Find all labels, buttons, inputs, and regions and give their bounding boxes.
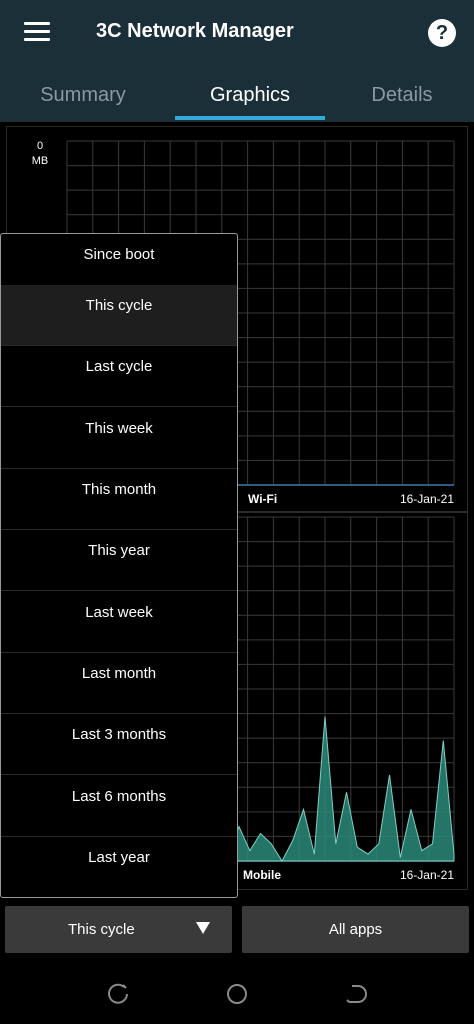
tab-graphics[interactable]: Graphics [175,84,325,107]
menu-item-this-week[interactable]: This week [1,408,237,469]
menu-item-last-week[interactable]: Last week [1,592,237,653]
wifi-y-tick: 0 [37,140,43,152]
help-icon[interactable]: ? [428,19,456,47]
mobile-chart-date: 16-Jan-21 [400,868,454,882]
wifi-y-unit: MB [32,155,49,167]
app-bar: 3C Network Manager ? [0,0,474,70]
hamburger-icon[interactable] [24,22,50,42]
dropdown-triangle-icon [196,922,210,934]
menu-item-last-year[interactable]: Last year [1,837,237,897]
menu-item-last-month[interactable]: Last month [1,653,237,714]
back-icon[interactable] [343,982,367,1006]
all-apps-label: All apps [328,921,383,938]
home-icon[interactable] [225,982,249,1006]
system-nav-bar [0,960,474,1024]
period-selector-label: This cycle [68,921,135,938]
period-menu: Since boot This cycle Last cycle This we… [0,233,238,898]
recent-apps-icon[interactable] [107,982,131,1006]
app-title: 3C Network Manager [96,20,294,42]
period-selector-button[interactable]: This cycle [5,906,232,953]
menu-item-this-month[interactable]: This month [1,469,237,530]
menu-item-last-3-months[interactable]: Last 3 months [1,714,237,775]
tab-indicator [175,116,325,120]
menu-item-last-6-months[interactable]: Last 6 months [1,776,237,837]
mobile-chart-label: Mobile [243,868,281,882]
menu-item-this-cycle[interactable]: This cycle [1,285,237,346]
menu-item-last-cycle[interactable]: Last cycle [1,346,237,407]
menu-item-this-year[interactable]: This year [1,530,237,591]
all-apps-button[interactable]: All apps [242,906,469,953]
tab-details[interactable]: Details [327,84,474,107]
tab-bar: Summary Graphics Details [0,70,474,122]
wifi-chart-label: Wi-Fi [248,492,277,506]
wifi-chart-date: 16-Jan-21 [400,492,454,506]
tab-summary[interactable]: Summary [8,84,158,107]
